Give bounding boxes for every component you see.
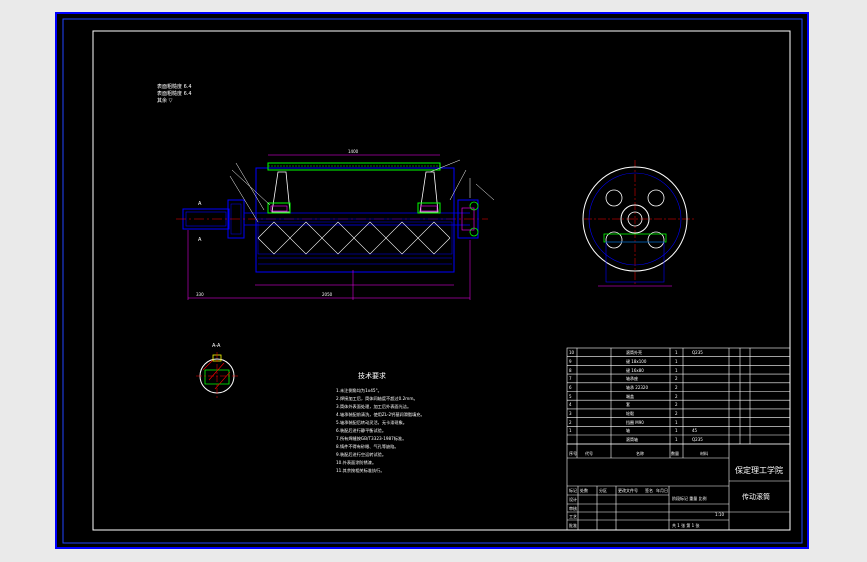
svg-text:Q235: Q235 (692, 437, 703, 442)
school-name: 保定理工学院 (735, 465, 783, 475)
svg-text:10.外表面涂防锈漆。: 10.外表面涂防锈漆。 (336, 459, 376, 466)
drawing-name: 传动滚筒 (742, 492, 770, 501)
svg-text:表面粗糙度 6.4: 表面粗糙度 6.4 (157, 83, 192, 90)
svg-text:处数: 处数 (580, 487, 588, 493)
svg-text:套: 套 (626, 401, 630, 407)
svg-text:Q235: Q235 (692, 350, 703, 355)
svg-text:名称: 名称 (636, 450, 644, 456)
svg-text:8.铸件不得有砂眼、气孔等缺陷。: 8.铸件不得有砂眼、气孔等缺陷。 (336, 443, 399, 450)
svg-text:批准: 批准 (569, 522, 577, 528)
svg-text:轴承 22320: 轴承 22320 (626, 384, 648, 390)
svg-text:端盖: 端盖 (626, 393, 634, 399)
svg-text:6.装配后进行静平衡试验。: 6.装配后进行静平衡试验。 (336, 427, 386, 434)
svg-text:材料: 材料 (700, 450, 708, 456)
svg-text:4.轴承装配前清洗，使用ZL-2钙基润滑脂填充。: 4.轴承装配前清洗，使用ZL-2钙基润滑脂填充。 (336, 411, 425, 418)
svg-text:表面粗糙度 6.4: 表面粗糙度 6.4 (157, 90, 192, 97)
svg-text:挡圈 M90: 挡圈 M90 (626, 419, 644, 425)
svg-text:10: 10 (569, 350, 575, 355)
drawing-canvas: 表面粗糙度 6.4 表面粗糙度 6.4 其余 ▽ 1400 2050 330 A… (0, 0, 867, 562)
svg-text:1:10: 1:10 (715, 512, 724, 517)
svg-text:1.未注倒角均为1x45°。: 1.未注倒角均为1x45°。 (336, 387, 382, 394)
cad-viewport[interactable]: 表面粗糙度 6.4 表面粗糙度 6.4 其余 ▽ 1400 2050 330 A… (0, 0, 867, 562)
svg-text:滚筒轴: 滚筒轴 (626, 436, 638, 442)
svg-text:签名: 签名 (645, 487, 653, 493)
svg-text:A: A (198, 201, 202, 207)
svg-text:7.所有焊缝按GB/T3323-1987标准。: 7.所有焊缝按GB/T3323-1987标准。 (336, 435, 406, 442)
svg-text:分区: 分区 (599, 487, 607, 493)
svg-text:5.轴承装配后转动灵活，无卡滞现象。: 5.轴承装配后转动灵活，无卡滞现象。 (336, 419, 407, 426)
dim-drum-length: 1400 (348, 149, 359, 154)
svg-text:轴: 轴 (626, 427, 630, 433)
svg-text:工艺: 工艺 (569, 514, 577, 519)
svg-text:11.其余按相关标准执行。: 11.其余按相关标准执行。 (336, 467, 385, 474)
svg-text:轴承座: 轴承座 (626, 375, 638, 381)
svg-text:数量: 数量 (671, 450, 679, 456)
svg-text:键 16x80: 键 16x80 (626, 367, 644, 373)
svg-text:45: 45 (692, 428, 698, 433)
svg-text:阶段标记 重量 比例: 阶段标记 重量 比例 (672, 495, 707, 501)
dim-total-length: 2050 (322, 292, 333, 297)
svg-text:共 1 张 第 1 张: 共 1 张 第 1 张 (672, 522, 699, 528)
svg-text:其余 ▽: 其余 ▽ (157, 97, 173, 104)
dim-shaft-end: 330 (196, 292, 204, 297)
svg-text:轮毂: 轮毂 (626, 410, 634, 416)
svg-text:滚筒外壳: 滚筒外壳 (626, 349, 642, 355)
svg-text:更改文件号: 更改文件号 (618, 487, 638, 493)
svg-text:序号: 序号 (569, 450, 577, 456)
svg-text:设计: 设计 (569, 496, 577, 502)
svg-text:A: A (198, 237, 202, 243)
svg-text:审核: 审核 (569, 505, 577, 511)
svg-text:代号: 代号 (585, 450, 593, 456)
svg-text:年月日: 年月日 (656, 487, 668, 493)
svg-text:键 18x100: 键 18x100 (626, 358, 647, 364)
svg-text:A-A: A-A (212, 343, 221, 349)
tech-title: 技术要求 (358, 371, 386, 380)
svg-text:9.装配后进行空运转试验。: 9.装配后进行空运转试验。 (336, 451, 386, 458)
sheet-border (62, 18, 803, 544)
svg-text:2.焊接加工后，筒体同轴度不超过0.2mm。: 2.焊接加工后，筒体同轴度不超过0.2mm。 (336, 395, 418, 402)
svg-text:3.筒体外表面处理，加工后外表面光洁。: 3.筒体外表面处理，加工后外表面光洁。 (336, 403, 411, 410)
svg-text:标记: 标记 (569, 487, 577, 493)
